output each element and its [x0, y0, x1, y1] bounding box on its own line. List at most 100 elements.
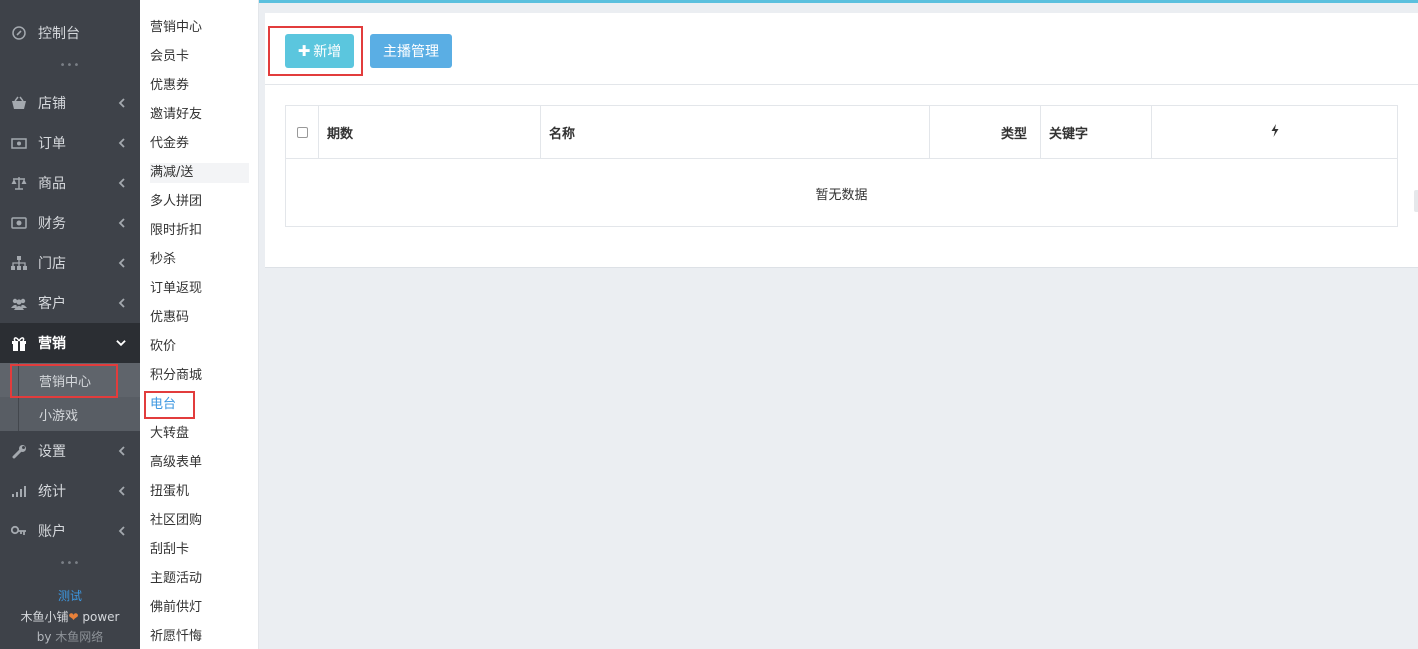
empty-state-text: 暂无数据: [815, 187, 868, 203]
money-icon: [11, 135, 27, 151]
gift-icon: [11, 335, 27, 351]
submenu-item[interactable]: 满减/送: [150, 163, 249, 183]
sidebar-item-stores[interactable]: 门店: [0, 243, 140, 283]
by-line: by 木鱼网络: [0, 628, 140, 645]
wrench-icon: [11, 443, 27, 459]
chevron-left-icon: [116, 98, 126, 108]
submenu-item[interactable]: 主题活动: [150, 569, 249, 589]
dashboard-icon: [11, 25, 27, 41]
submenu-item[interactable]: 扭蛋机: [150, 482, 249, 502]
host-management-button[interactable]: 主播管理: [370, 34, 452, 68]
sitemap-icon: [11, 255, 27, 271]
chevron-left-icon: [116, 526, 126, 536]
sidebar-item-label: 订单: [38, 136, 66, 152]
brand-power: power: [78, 610, 120, 624]
sidebar-item-dashboard[interactable]: 控制台: [0, 13, 140, 53]
submenu-item[interactable]: 砍价: [150, 337, 249, 357]
brand-name: 木鱼小铺: [20, 610, 69, 624]
submenu-item[interactable]: 优惠券: [150, 76, 249, 96]
sidebar-item-products[interactable]: 商品: [0, 163, 140, 203]
column-header-keyword[interactable]: 关键字: [1041, 106, 1152, 159]
submenu-item[interactable]: 大转盘: [150, 424, 249, 444]
balance-scale-icon: [11, 175, 27, 191]
tree-line: [18, 363, 19, 397]
company-link[interactable]: 木鱼网络: [55, 630, 103, 644]
add-button-label: 新增: [313, 44, 342, 60]
submenu-item[interactable]: 高级表单: [150, 453, 249, 473]
sidebar-subitem-label: 小游戏: [39, 408, 79, 424]
header-checkbox-cell: [286, 106, 319, 159]
chevron-left-icon: [116, 178, 126, 188]
brand-line: 木鱼小铺❤ power: [0, 608, 140, 625]
by-prefix: by: [36, 630, 56, 644]
chevron-down-icon: [116, 338, 126, 348]
submenu-item-active[interactable]: 电台: [150, 395, 249, 415]
bolt-icon: [1271, 124, 1279, 141]
column-header-issue[interactable]: 期数: [319, 106, 541, 159]
sidebar-item-label: 财务: [38, 216, 66, 232]
sidebar-item-shop[interactable]: 店铺: [0, 83, 140, 123]
submenu-item[interactable]: 会员卡: [150, 47, 249, 67]
submenu-item[interactable]: 优惠码: [150, 308, 249, 328]
add-button[interactable]: ✚ 新增: [285, 34, 354, 68]
sidebar-item-label: 控制台: [38, 26, 80, 42]
sidebar-item-label: 店铺: [38, 96, 66, 112]
sidebar-item-finance[interactable]: 财务: [0, 203, 140, 243]
column-header-type[interactable]: 类型: [930, 106, 1041, 159]
submenu-item[interactable]: 刮刮卡: [150, 540, 249, 560]
sidebar-item-label: 客户: [38, 296, 66, 312]
submenu-item[interactable]: 秒杀: [150, 250, 249, 270]
sidebar-item-settings[interactable]: 设置: [0, 431, 140, 471]
submenu-item[interactable]: 积分商城: [150, 366, 249, 386]
sidebar-divider-dots: •••: [59, 558, 81, 569]
heart-icon: ❤: [68, 610, 79, 624]
marketing-submenu: 营销中心 会员卡 优惠券 邀请好友 代金券 满减/送 多人拼团 限时折扣 秒杀 …: [140, 0, 259, 649]
plus-icon: ✚: [297, 42, 311, 60]
sidebar-subitem-marketing-center[interactable]: 营销中心: [0, 363, 140, 397]
tree-line: [18, 397, 19, 431]
sidebar-subitem-mini-games[interactable]: 小游戏: [0, 397, 140, 431]
submenu-item[interactable]: 多人拼团: [150, 192, 249, 212]
data-table: 期数 名称 类型 关键字 暂无数据: [285, 105, 1398, 227]
chevron-left-icon: [116, 486, 126, 496]
sidebar-item-orders[interactable]: 订单: [0, 123, 140, 163]
select-all-checkbox[interactable]: [296, 127, 308, 138]
sidebar-item-label: 统计: [38, 484, 66, 500]
chevron-left-icon: [116, 446, 126, 456]
submenu-item[interactable]: 邀请好友: [150, 105, 249, 125]
sidebar-item-marketing[interactable]: 营销: [0, 323, 140, 363]
sidebar-item-label: 营销: [38, 336, 66, 352]
submenu-item[interactable]: 祈愿忏悔: [150, 627, 249, 647]
users-icon: [11, 295, 27, 311]
sidebar-item-customers[interactable]: 客户: [0, 283, 140, 323]
column-header-name[interactable]: 名称: [541, 106, 930, 159]
content-panel: ✚ 新增 主播管理 期数 名称 类型 关键字 暂无数据: [265, 13, 1418, 268]
submenu-item[interactable]: 营销中心: [150, 18, 249, 38]
signal-icon: [11, 483, 27, 499]
table-header: 期数 名称 类型 关键字: [286, 106, 1397, 159]
submenu-item[interactable]: 代金券: [150, 134, 249, 154]
sidebar-subitem-label: 营销中心: [39, 374, 92, 390]
toolbar-divider: [265, 84, 1418, 85]
scrollbar-handle[interactable]: [1414, 190, 1418, 212]
key-icon: [11, 523, 27, 539]
sidebar-item-label: 设置: [38, 444, 66, 460]
main-sidebar: 控制台 ••• 店铺 订单 商品 财务 门店 客户 营销 营销中心 小游戏 设置…: [0, 0, 140, 649]
chevron-left-icon: [116, 138, 126, 148]
submenu-item[interactable]: 社区团购: [150, 511, 249, 531]
submenu-item[interactable]: 佛前供灯: [150, 598, 249, 618]
column-header-actions: [1152, 106, 1397, 159]
submenu-item[interactable]: 订单返现: [150, 279, 249, 299]
sidebar-item-label: 门店: [38, 256, 66, 272]
sidebar-divider-dots: •••: [59, 60, 81, 71]
submenu-item[interactable]: 限时折扣: [150, 221, 249, 241]
sidebar-item-label: 账户: [38, 524, 66, 540]
basket-icon: [11, 95, 27, 111]
chevron-left-icon: [116, 298, 126, 308]
sidebar-item-statistics[interactable]: 统计: [0, 471, 140, 511]
sidebar-item-account[interactable]: 账户: [0, 511, 140, 551]
chevron-left-icon: [116, 258, 126, 268]
sidebar-item-label: 商品: [38, 176, 66, 192]
shop-name[interactable]: 测试: [0, 587, 140, 604]
chevron-left-icon: [116, 218, 126, 228]
